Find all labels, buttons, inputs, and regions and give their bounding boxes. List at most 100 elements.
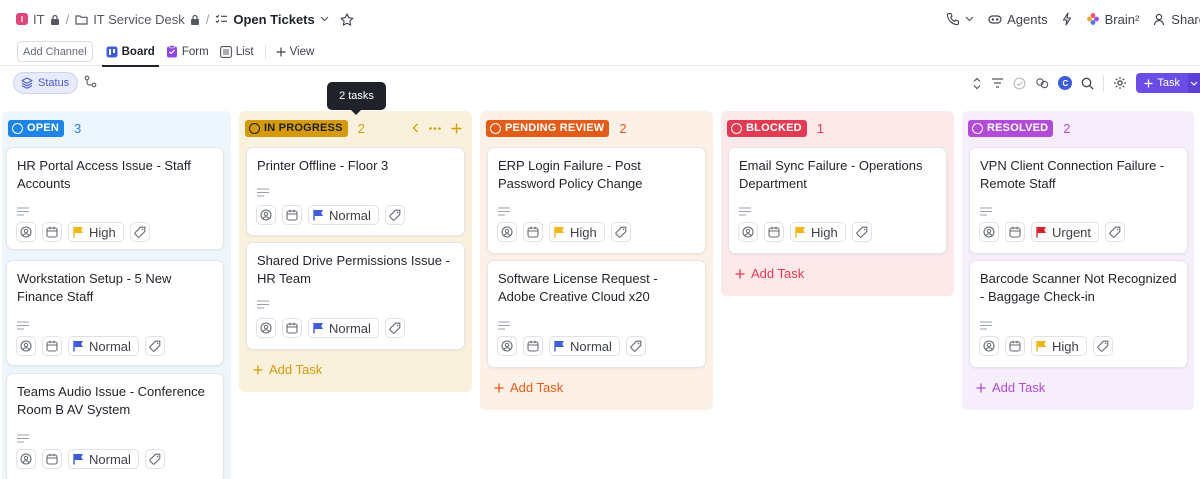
tag-icon[interactable] (129, 222, 150, 242)
calendar-icon[interactable] (523, 336, 543, 356)
tag-icon[interactable] (1092, 336, 1113, 356)
task-card[interactable]: Email Sync Failure - Operations Departme… (728, 147, 947, 254)
status-pill-blocked[interactable]: BLOCKED (727, 119, 807, 137)
add-task-button[interactable]: Add Task (976, 380, 1045, 395)
call-menu[interactable] (946, 12, 974, 26)
brain-button[interactable]: Brain² (1086, 12, 1139, 27)
star-icon[interactable] (340, 12, 354, 26)
priority-badge[interactable]: Normal (549, 336, 620, 356)
task-count: 1 (816, 120, 825, 136)
tag-icon[interactable] (1105, 222, 1126, 242)
assignee-icon[interactable] (979, 222, 999, 242)
tab-list[interactable]: List (216, 38, 258, 66)
add-column-task-icon[interactable] (451, 123, 462, 134)
assignee-icon[interactable] (979, 336, 999, 356)
settings-gear-icon[interactable] (1113, 76, 1127, 90)
task-card[interactable]: HR Portal Access Issue - Staff Accounts … (6, 147, 224, 250)
task-card[interactable]: Printer Offline - Floor 3 Normal (246, 147, 465, 236)
lightning-icon[interactable] (1062, 12, 1072, 26)
priority-badge[interactable]: Normal (308, 205, 379, 225)
breadcrumb-space[interactable]: IT (33, 12, 45, 27)
task-title: Teams Audio Issue - Conference Room B AV… (17, 384, 205, 417)
list-check-icon (215, 14, 228, 25)
priority-flag-icon (73, 226, 83, 238)
calendar-icon[interactable] (282, 318, 302, 338)
add-task-button[interactable]: Add Task (253, 362, 322, 377)
task-card[interactable]: Barcode Scanner Not Recognized - Baggage… (969, 260, 1188, 368)
task-card[interactable]: Teams Audio Issue - Conference Room B AV… (6, 373, 224, 479)
share-button[interactable]: Share (1153, 12, 1200, 27)
task-card[interactable]: Workstation Setup - 5 New Finance Staff … (6, 260, 224, 366)
assignee-icon[interactable] (256, 318, 276, 338)
assignee-icon[interactable] (497, 336, 517, 356)
user-avatar[interactable]: C (1058, 76, 1073, 90)
assignee-icon[interactable] (497, 222, 517, 242)
group-by-status-button[interactable]: Status (13, 72, 79, 94)
page-title[interactable]: Open Tickets (233, 12, 314, 27)
calendar-icon[interactable] (282, 205, 302, 225)
tag-icon[interactable] (144, 449, 165, 469)
priority-badge[interactable]: High (549, 222, 605, 242)
tag-icon[interactable] (144, 336, 165, 356)
tag-icon[interactable] (384, 318, 405, 338)
expand-icon[interactable] (972, 77, 982, 90)
priority-badge[interactable]: High (68, 222, 124, 242)
add-task-button[interactable]: Add Task (494, 380, 563, 395)
priority-badge[interactable]: Normal (68, 449, 139, 469)
status-pill-in-progress[interactable]: IN PROGRESS (245, 119, 348, 137)
tag-icon[interactable] (625, 336, 646, 356)
task-card[interactable]: VPN Client Connection Failure - Remote S… (969, 147, 1188, 254)
plus-icon (253, 365, 263, 374)
status-pill-open[interactable]: OPEN (8, 119, 64, 137)
add-view-button[interactable]: View (272, 38, 319, 66)
status-pill-pending-review[interactable]: PENDING REVIEW (486, 119, 610, 137)
breadcrumb-folder[interactable]: IT Service Desk (93, 12, 185, 27)
calendar-icon[interactable] (42, 336, 62, 356)
add-task-button[interactable]: Add Task (735, 266, 804, 281)
task-card[interactable]: ERP Login Failure - Post Password Policy… (487, 147, 706, 254)
assignee-icon[interactable] (256, 205, 276, 225)
check-circle-icon[interactable] (1013, 77, 1026, 90)
subtasks-icon[interactable] (84, 75, 97, 88)
priority-badge[interactable]: Normal (68, 336, 139, 356)
new-task-dropdown[interactable] (1188, 73, 1200, 93)
agents-button[interactable]: Agents (988, 12, 1048, 27)
new-task-button[interactable]: Task (1136, 73, 1188, 93)
calendar-icon[interactable] (764, 222, 784, 242)
space-avatar[interactable]: I (16, 13, 28, 25)
task-card[interactable]: Software License Request - Adobe Creativ… (487, 260, 706, 368)
task-meta: Normal (256, 205, 405, 225)
filter-icon[interactable] (991, 78, 1004, 88)
tab-form[interactable]: Form (162, 38, 213, 66)
priority-badge[interactable]: Normal (308, 318, 379, 338)
collapse-chevron-icon[interactable] (412, 123, 419, 133)
search-icon[interactable] (1081, 77, 1094, 90)
chevron-down-icon[interactable] (320, 16, 329, 22)
priority-badge[interactable]: High (790, 222, 846, 242)
assignee-filter-icon[interactable] (1035, 77, 1049, 90)
priority-badge[interactable]: High (1031, 336, 1087, 356)
column-pending-review: PENDING REVIEW 2 ERP Login Failure - Pos… (480, 111, 713, 410)
share-label: Share (1171, 11, 1200, 27)
add-channel-button[interactable]: Add Channel (17, 41, 93, 62)
calendar-icon[interactable] (42, 449, 62, 469)
tag-icon[interactable] (851, 222, 872, 242)
tag-icon[interactable] (610, 222, 631, 242)
status-label: BLOCKED (746, 122, 802, 134)
plus-icon (976, 383, 986, 392)
priority-badge[interactable]: Urgent (1031, 222, 1100, 242)
priority-flag-icon (73, 453, 83, 465)
more-options-icon[interactable] (429, 126, 441, 130)
assignee-icon[interactable] (16, 222, 36, 242)
task-card[interactable]: Shared Drive Permissions Issue - HR Team… (246, 242, 465, 350)
tab-board[interactable]: Board (101, 38, 160, 67)
calendar-icon[interactable] (1005, 336, 1025, 356)
calendar-icon[interactable] (523, 222, 543, 242)
assignee-icon[interactable] (16, 336, 36, 356)
tag-icon[interactable] (384, 205, 405, 225)
assignee-icon[interactable] (16, 449, 36, 469)
status-pill-resolved[interactable]: RESOLVED (968, 119, 1054, 137)
calendar-icon[interactable] (42, 222, 62, 242)
assignee-icon[interactable] (738, 222, 758, 242)
calendar-icon[interactable] (1005, 222, 1025, 242)
